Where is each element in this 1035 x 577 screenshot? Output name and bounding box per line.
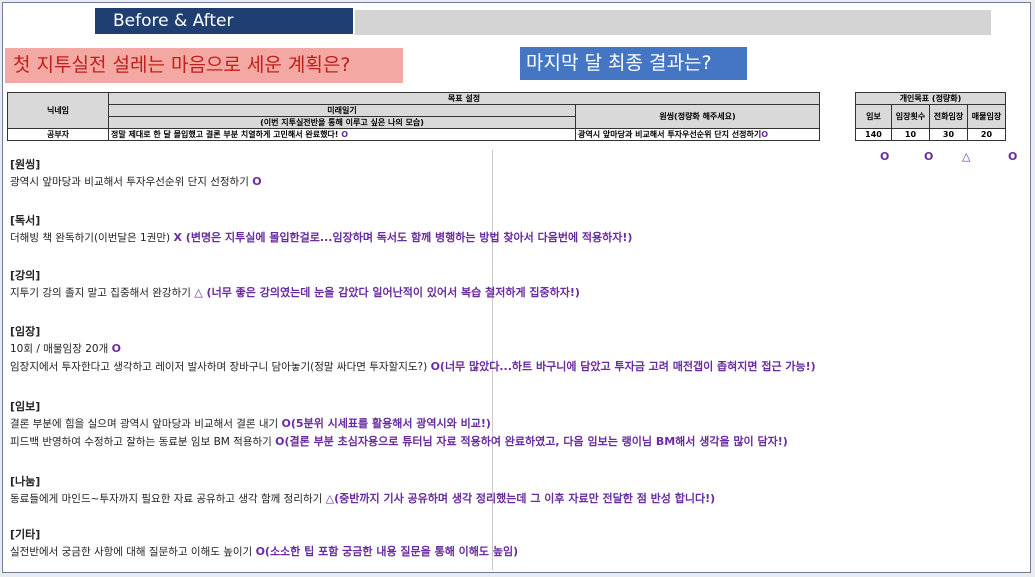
section-sharing: [나눔] 동료들에게 마인드~투자까지 필요한 자료 공유하고 생각 함께 정리… [10,474,715,508]
row-future-diary: 정말 제대로 한 달 몰입했고 결론 부분 치열하게 고민해서 완료했다! O [108,128,576,141]
section-title: [원씽] [10,158,41,171]
section-line: 피드백 반영하여 수정하고 잘하는 동료분 임보 BM 적용하기 O(결론 부분… [10,435,788,448]
section-title: [임장] [10,325,41,338]
section-line: 지투기 강의 졸지 말고 집중해서 완강하기 △ (너무 좋은 강의였는데 눈을… [10,286,580,299]
section-wish: [원씽] 광역시 앞마당과 비교해서 투자우선순위 단지 선정하기 O [10,157,262,191]
result-question: 마지막 달 최종 결과는? [520,47,747,80]
col-personal: 개인목표 (정량화) [855,92,1006,105]
section-line: 실전반에서 궁금한 사항에 대해 질문하고 이해도 높이기 O(소소한 팁 포함… [10,545,519,558]
plan-question: 첫 지투실전 설레는 마음으로 세운 계획은? [5,48,403,83]
col-goal: 목표 설정 [108,92,820,105]
section-title: [독서] [10,214,41,227]
result-mark-phone: △ [962,150,971,163]
row-report-value: 140 [855,128,892,141]
future-mark: O [341,130,349,139]
header-title: Before & After [113,11,234,31]
section-line: 더해빙 책 완독하기(이번달은 1권만) X (변명은 지투실에 몰입한걸로..… [10,231,633,244]
result-mark-report: O [880,150,890,163]
section-line: 결론 부분에 힘을 실으며 광역시 앞마당과 비교해서 결론 내기 O(5분위 … [10,417,491,430]
col-listing: 매물임장 [967,104,1006,129]
section-visit: [임장] 10회 / 매물임장 20개 O 임장지에서 투자한다고 생각하고 레… [10,324,816,376]
col-visits: 임장횟수 [891,104,930,129]
section-title: [기타] [10,528,41,541]
section-line: 임장지에서 투자한다고 생각하고 레이저 발사하며 장바구니 담아놓기(정말 싸… [10,360,816,373]
col-phone: 전화임장 [929,104,968,129]
section-title: [강의] [10,269,41,282]
row-nickname: 공부자 [7,128,109,141]
col-wish: 원씽(정량화 해주세요) [575,104,820,129]
section-line: 광역시 앞마당과 비교해서 투자우선순위 단지 선정하기 O [10,175,262,188]
section-line: 10회 / 매물임장 20개 O [10,342,121,355]
goal-table: 닉네임 목표 설정 개인목표 (정량화) 미래일기 원씽(정량화 해주세요) 임… [7,92,1006,141]
wish-mark: O [761,130,769,139]
row-listing-value: 20 [967,128,1006,141]
result-mark-listing: O [1008,150,1018,163]
row-phone-value: 30 [929,128,968,141]
section-title: [나눔] [10,475,41,488]
row-wish: 광역시 앞마당과 비교해서 투자우선순위 단지 선정하기O [575,128,820,141]
section-etc: [기타] 실전반에서 궁금한 사항에 대해 질문하고 이해도 높이기 O(소소한… [10,527,518,561]
row-visits-value: 10 [891,128,930,141]
result-mark-visits: O [924,150,934,163]
col-future-diary-sub: (이번 지투실전반을 통해 이루고 싶은 나의 모습) [108,116,576,129]
section-report: [임보] 결론 부분에 힘을 실으며 광역시 앞마당과 비교해서 결론 내기 O… [10,399,788,451]
header-gray-band [355,10,991,35]
section-lecture: [강의] 지투기 강의 졸지 말고 집중해서 완강하기 △ (너무 좋은 강의였… [10,268,580,302]
section-line: 동료들에게 마인드~투자까지 필요한 자료 공유하고 생각 함께 정리하기 △(… [10,492,716,505]
col-nickname: 닉네임 [7,92,109,129]
section-reading: [독서] 더해빙 책 완독하기(이번달은 1권만) X (변명은 지투실에 몰입… [10,213,632,247]
col-future-diary: 미래일기 [108,104,576,117]
section-title: [임보] [10,400,41,413]
table-row: 공부자 정말 제대로 한 달 몰입했고 결론 부분 치열하게 고민해서 완료했다… [7,128,1006,141]
col-report: 임보 [855,104,892,129]
